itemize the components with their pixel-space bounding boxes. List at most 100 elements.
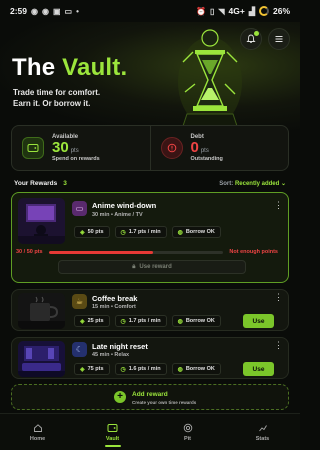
hourglass-illustration [178, 29, 242, 127]
reward-card-coffee[interactable]: ☕︎ Coffee break 15 min • Comfort ⋮ ◈ 25 p… [11, 289, 289, 331]
more-options-icon[interactable]: ⋮ [274, 341, 283, 350]
reward-chips: ◈ 75 pts ◷ 1.6 pts / min ◍ Borrow OK [74, 363, 221, 375]
moon-icon: ☾ [72, 342, 87, 357]
borrow-value: Borrow OK [185, 318, 215, 324]
status-bar: 2:59 ◉ ◉ ▣ ▭ • ⏰ ▯ ◥ 4G+ ▟ 26% [0, 0, 300, 22]
more-options-icon[interactable]: ⋮ [274, 201, 283, 210]
nav-stats-label: Stats [255, 435, 270, 442]
reward-meta: 30 min • Anime / TV [92, 212, 143, 218]
coins-icon: ◈ [80, 229, 85, 236]
progress-text: 30 / 50 pts [16, 249, 43, 255]
borrow-chip: ◍ Borrow OK [171, 363, 221, 375]
page-title: The Vault. [12, 54, 127, 82]
reward-meta: 15 min • Comfort [92, 304, 136, 310]
alert-icon [160, 137, 183, 159]
reward-chips: ◈ 50 pts ◷ 1.7 pts / min ◍ Borrow OK [74, 226, 221, 238]
progress-row: 30 / 50 pts Not enough points [16, 248, 278, 256]
borrow-chip: ◍ Borrow OK [171, 226, 221, 238]
debt-value: 0 [190, 139, 199, 156]
nav-home-label: Home [29, 435, 46, 442]
plus-icon: + [114, 391, 126, 403]
rewards-header: Your Rewards 3 Sort: Recently added ⌄ [14, 178, 286, 188]
reward-card-anime[interactable]: ▭ Anime wind-down 30 min • Anime / TV ⋮ … [11, 192, 289, 283]
vault-icon [107, 423, 118, 433]
debt-unit: pts [200, 148, 209, 154]
coins-icon: ◈ [80, 366, 85, 373]
borrow-value: Borrow OK [185, 229, 215, 235]
use-reward-button[interactable]: 🔒︎ Use reward [58, 260, 246, 274]
status-time: 2:59 [10, 6, 28, 16]
shield-check-icon: ◍ [177, 318, 183, 325]
tv-icon: ▭ [72, 201, 87, 216]
signal-label: 4G+ [228, 6, 245, 16]
progress-bar [48, 250, 224, 254]
available-value: 30 [52, 139, 69, 156]
reward-title: Anime wind-down [92, 201, 157, 210]
hamburger-icon [275, 36, 283, 42]
rate-chip: ◷ 1.7 pts / min [114, 315, 167, 327]
sort-dropdown[interactable]: Sort: Recently added ⌄ [219, 180, 286, 187]
game-icon: ▣ [52, 6, 61, 16]
insufficient-warning: Not enough points [229, 249, 278, 255]
add-reward-title: Add reward [132, 391, 168, 398]
cost-value: 25 pts [87, 318, 104, 324]
battery-level: 26% [272, 6, 290, 16]
notifications-button[interactable] [240, 28, 262, 50]
nav-vault-label: Vault [105, 435, 120, 442]
nav-stats[interactable]: Stats [225, 414, 300, 450]
status-left: 2:59 ◉ ◉ ▣ ▭ • [10, 6, 79, 16]
rate-chip: ◷ 1.7 pts / min [114, 226, 167, 238]
more-options-icon[interactable]: ⋮ [274, 293, 283, 302]
whatsapp-icon: ◉ [31, 6, 38, 16]
use-button[interactable]: Use [243, 362, 274, 376]
sort-value: Recently added [234, 180, 280, 187]
dot-icon: • [76, 6, 79, 16]
reward-title: Coffee break [92, 294, 138, 303]
cost-chip: ◈ 50 pts [74, 226, 110, 238]
sort-label: Sort: [219, 180, 235, 187]
clock-icon: ◷ [120, 229, 126, 236]
cost-value: 50 pts [87, 229, 104, 235]
available-caption: Spend on rewards [52, 156, 100, 162]
debt-caption: Outstanding [190, 156, 223, 162]
title-main: The [12, 54, 63, 81]
nav-pit[interactable]: Pit [150, 414, 225, 450]
shield-check-icon: ◍ [177, 229, 183, 236]
subtitle-line-1: Trade time for comfort. [13, 88, 101, 97]
reward-chips: ◈ 25 pts ◷ 1.7 pts / min ◍ Borrow OK [74, 315, 221, 327]
rewards-title-text: Your Rewards [14, 179, 58, 187]
cost-chip: ◈ 75 pts [74, 363, 110, 375]
nav-pit-label: Pit [183, 435, 192, 442]
nav-home[interactable]: Home [0, 414, 75, 450]
reward-card-late-night[interactable]: ☾ Late night reset 45 min • Relax ⋮ ◈ 75 … [11, 337, 289, 379]
use-button[interactable]: Use [243, 314, 274, 328]
rewards-count: 3 [63, 179, 67, 187]
reward-thumbnail [18, 293, 65, 329]
cost-chip: ◈ 25 pts [74, 315, 110, 327]
borrow-value: Borrow OK [185, 366, 215, 372]
reward-title: Late night reset [92, 342, 148, 351]
add-reward-button[interactable]: + Add reward Create your own time reward… [11, 384, 289, 410]
rate-value: 1.7 pts / min [128, 318, 161, 324]
pit-icon [183, 423, 193, 433]
title-accent: Vault. [62, 54, 128, 81]
menu-button[interactable] [268, 28, 290, 50]
balance-card: Available 30 pts Spend on rewards Debt 0p… [11, 125, 289, 171]
reward-thumbnail [18, 341, 65, 377]
cost-value: 75 pts [87, 366, 104, 372]
borrow-chip: ◍ Borrow OK [171, 315, 221, 327]
shield-check-icon: ◍ [177, 366, 183, 373]
use-reward-label: Use reward [139, 264, 172, 270]
subtitle-line-2: Earn it. Or borrow it. [13, 99, 91, 108]
chevron-down-icon: ⌄ [280, 180, 286, 187]
signal-bars-icon: ▟ [248, 6, 255, 16]
nav-vault[interactable]: Vault [75, 414, 150, 450]
rate-chip: ◷ 1.6 pts / min [114, 363, 167, 375]
clock-icon: ◷ [120, 366, 126, 373]
notification-dot [254, 31, 259, 36]
add-reward-subtitle: Create your own time rewards [132, 400, 197, 405]
reward-meta: 45 min • Relax [92, 352, 130, 358]
coffee-icon: ☕︎ [72, 294, 87, 309]
clock-icon: ◷ [120, 318, 126, 325]
chart-icon [258, 423, 268, 433]
